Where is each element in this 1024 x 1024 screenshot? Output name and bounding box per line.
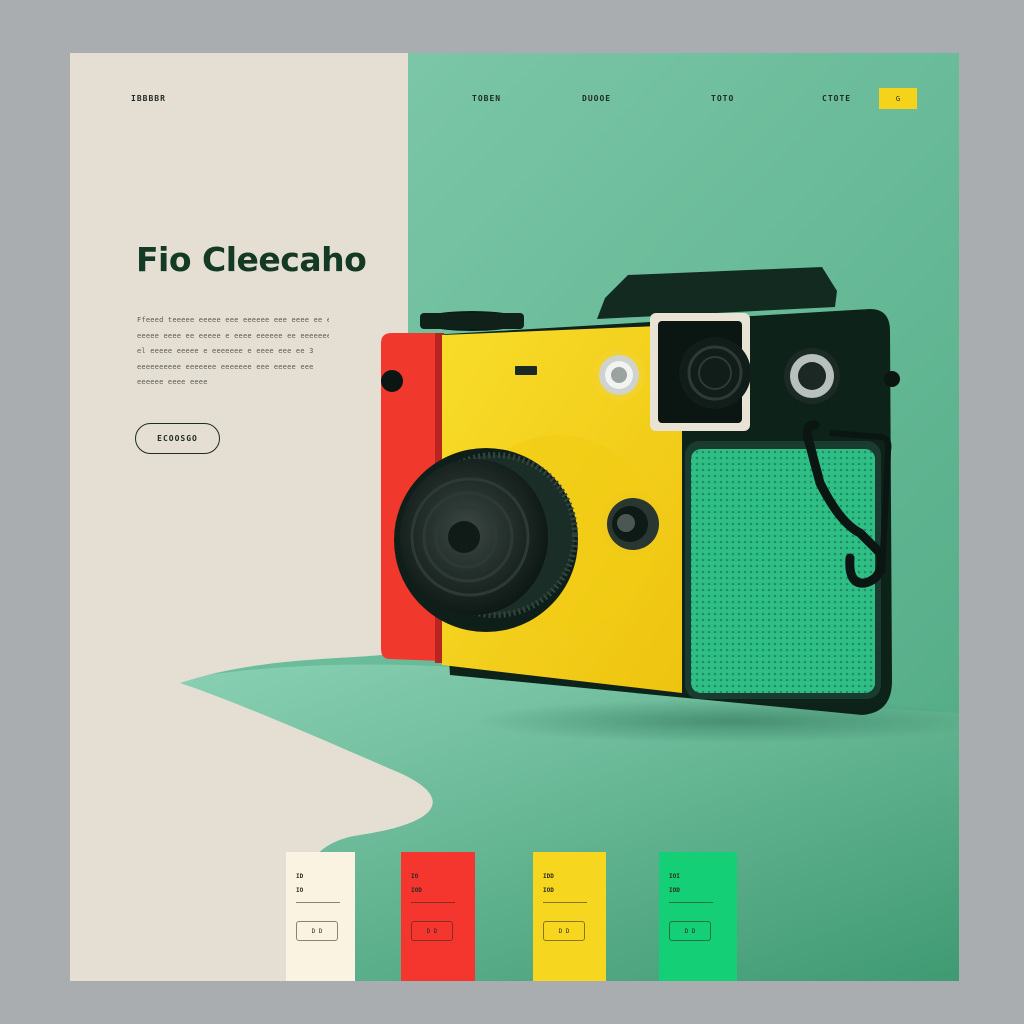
hero-title: Fio Cleecaho [136, 240, 367, 279]
swatch-label: ID [296, 873, 304, 880]
camera-illustration [381, 267, 959, 743]
swatch-label: IDD [543, 873, 554, 880]
swatch-label: IOI [669, 873, 680, 880]
swatch-divider [411, 902, 455, 903]
swatch-sublabel: IOD [411, 887, 422, 894]
swatch-card-green[interactable]: IOI IOD D D [659, 852, 737, 981]
swatch-select-button[interactable]: D D [411, 921, 453, 941]
swatch-card-cream[interactable]: ID IO D D [286, 852, 355, 981]
hero-description: Ffeeed teeeee eeeee eee eeeeee eee eeee … [137, 313, 329, 391]
swatch-card-red[interactable]: IO IOD D D [401, 852, 475, 981]
swatch-divider [669, 902, 713, 903]
hero-cta-button[interactable]: ECOOSGO [135, 423, 220, 454]
swatch-sublabel: IOD [669, 887, 680, 894]
swatch-sublabel: IOD [543, 887, 554, 894]
nav-link-1[interactable]: TOBEN [472, 94, 501, 103]
hero-description-line: eeeee eeee ee eeeee e eeee eeeeee ee eee… [137, 331, 329, 340]
swatch-select-button[interactable]: D D [543, 921, 585, 941]
swatch-select-button[interactable]: D D [669, 921, 711, 941]
hero-description-line: eeeeeeeeee eeeeeee eeeeeee eee eeeee eee [137, 362, 314, 371]
nav-link-4[interactable]: CTOTE [822, 94, 851, 103]
swatch-divider [543, 902, 587, 903]
hero-description-line: Ffeeed teeeee eeeee eee eeeeee eee eeee … [137, 316, 329, 324]
hero-artwork [70, 53, 959, 981]
hero-description-line: eeeeee eeee eeee [137, 378, 208, 387]
nav-link-3[interactable]: TOTO [711, 94, 734, 103]
swatch-sublabel: IO [296, 887, 304, 894]
nav-cta-button[interactable]: G [879, 88, 917, 109]
swatch-label: IO [411, 873, 419, 880]
brand-logo[interactable]: IBBBBR [131, 94, 166, 103]
hero-description-line: el eeeee eeeee e eeeeeee e eeee eee ee 3 [137, 347, 314, 356]
nav-link-2[interactable]: DUOOE [582, 94, 611, 103]
swatch-divider [296, 902, 340, 903]
swatch-select-button[interactable]: D D [296, 921, 338, 941]
landing-page: IBBBBR TOBEN DUOOE TOTO CTOTE G Fio Clee… [70, 53, 959, 981]
swatch-card-yellow[interactable]: IDD IOD D D [533, 852, 606, 981]
